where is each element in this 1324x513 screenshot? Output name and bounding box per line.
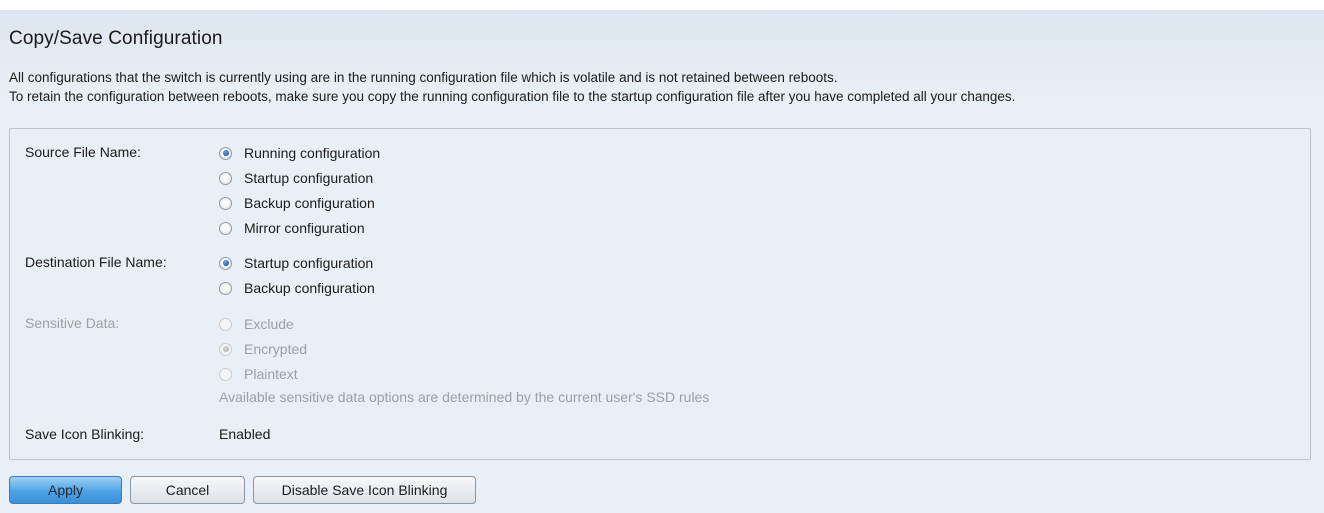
apply-button[interactable]: Apply	[9, 476, 122, 504]
sensitive-option-encrypted: Encrypted	[219, 338, 307, 360]
option-label: Startup configuration	[244, 255, 374, 271]
sensitive-data-note: Available sensitive data options are det…	[219, 389, 710, 405]
source-option-running[interactable]: Running configuration	[219, 142, 380, 164]
option-label: Encrypted	[244, 341, 308, 357]
sensitive-data-label: Sensitive Data:	[25, 315, 120, 331]
config-form-panel: Source File Name: Running configuration …	[9, 128, 1311, 460]
source-option-mirror[interactable]: Mirror configuration	[219, 217, 365, 239]
option-label: Exclude	[244, 316, 294, 332]
option-label: Mirror configuration	[244, 220, 365, 236]
source-option-backup[interactable]: Backup configuration	[219, 192, 375, 214]
save-icon-blinking-label: Save Icon Blinking:	[25, 426, 145, 442]
radio-icon[interactable]	[219, 281, 232, 295]
destination-option-startup[interactable]: Startup configuration	[219, 252, 373, 274]
option-label: Running configuration	[244, 145, 381, 161]
disable-save-icon-blinking-button[interactable]: Disable Save Icon Blinking	[253, 476, 476, 504]
source-file-label: Source File Name:	[25, 144, 141, 160]
radio-icon[interactable]	[219, 171, 232, 185]
page: Copy/Save Configuration All configuratio…	[0, 10, 1324, 513]
description-line-2: To retain the configuration between rebo…	[9, 89, 1016, 104]
option-label: Backup configuration	[244, 280, 375, 296]
page-title: Copy/Save Configuration	[9, 28, 223, 49]
page-description: All configurations that the switch is cu…	[9, 68, 1319, 106]
radio-icon[interactable]	[219, 196, 232, 210]
sensitive-option-plaintext: Plaintext	[219, 363, 298, 385]
option-label: Backup configuration	[244, 195, 375, 211]
radio-selected-icon[interactable]	[219, 256, 232, 270]
option-label: Plaintext	[244, 366, 298, 382]
source-option-startup[interactable]: Startup configuration	[219, 167, 373, 189]
radio-icon[interactable]	[219, 221, 232, 235]
radio-icon	[219, 317, 232, 331]
radio-icon	[219, 367, 232, 381]
destination-option-backup[interactable]: Backup configuration	[219, 277, 375, 299]
description-line-1: All configurations that the switch is cu…	[9, 70, 838, 85]
save-icon-blinking-value: Enabled	[219, 426, 271, 442]
destination-file-label: Destination File Name:	[25, 254, 167, 270]
cancel-button[interactable]: Cancel	[130, 476, 245, 504]
sensitive-option-exclude: Exclude	[219, 313, 294, 335]
radio-selected-icon[interactable]	[219, 146, 232, 160]
option-label: Startup configuration	[244, 170, 374, 186]
radio-selected-icon	[219, 342, 232, 356]
